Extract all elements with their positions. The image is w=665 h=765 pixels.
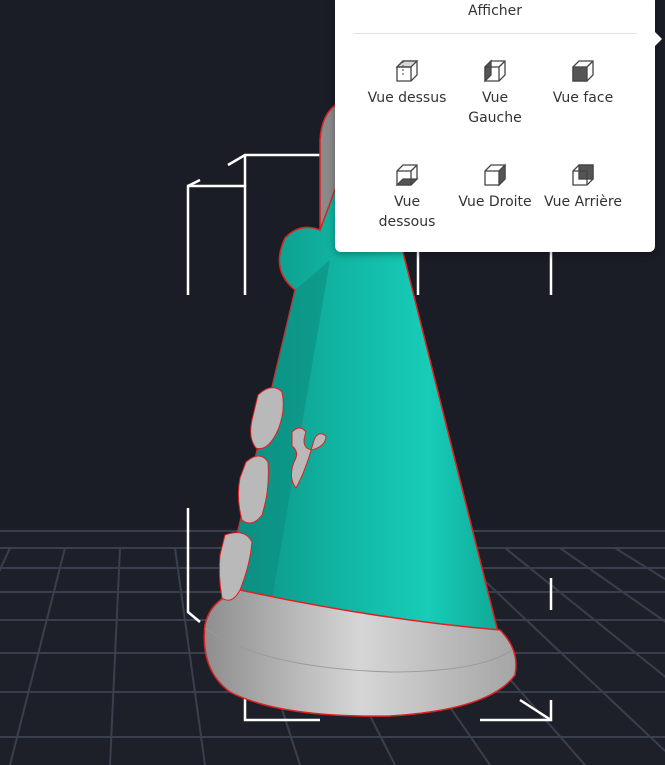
cube-top-icon [395,60,419,82]
popup-title: Afficher [467,3,523,19]
view-label: Vue Gauche [468,90,522,126]
view-label: Vue face [552,90,614,106]
view-front-button[interactable]: Vue face [538,58,628,148]
view-label: Vue Arrière [544,194,622,210]
view-back-button[interactable]: Vue Arrière [538,162,628,252]
view-right-button[interactable]: Vue Droite [450,162,540,252]
divider [353,33,637,34]
cube-left-icon [484,59,506,83]
cube-back-icon [572,164,594,186]
cube-front-icon [572,60,594,82]
view-label: Vue dessous [378,194,436,230]
view-left-button[interactable]: Vue Gauche [450,58,540,148]
cube-bottom-icon [395,164,419,186]
view-label: Vue dessus [367,90,447,106]
view-top-button[interactable]: Vue dessus [362,58,452,148]
cube-right-icon [484,163,506,187]
view-bottom-button[interactable]: Vue dessous [362,162,452,252]
view-menu-popup: Afficher Vue dessus Vue Gauche Vue face [335,0,662,252]
view-label: Vue Droite [458,194,532,210]
